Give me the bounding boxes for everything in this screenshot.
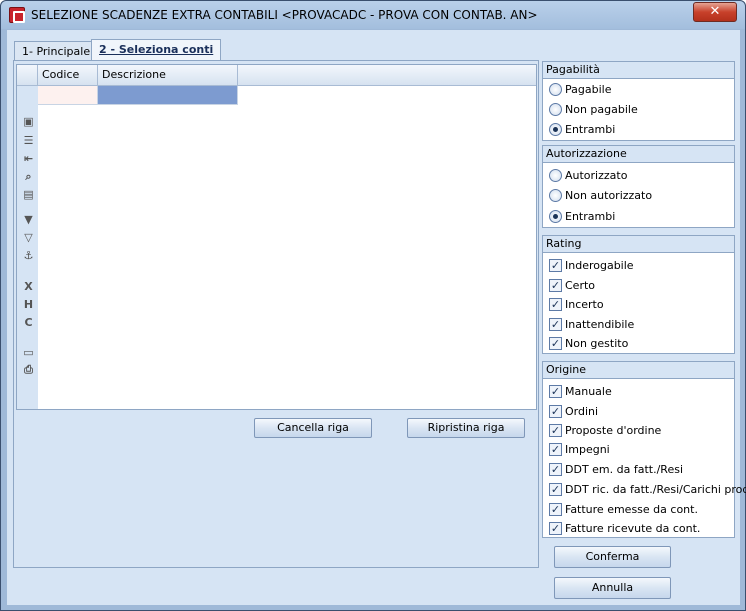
tab-seleziona-conti[interactable]: 2 - Seleziona conti: [91, 39, 222, 61]
radio-button-icon[interactable]: [549, 189, 562, 202]
checkbox-checked-icon[interactable]: ✓: [549, 385, 562, 398]
list-icon[interactable]: ☰: [22, 134, 35, 147]
dialog-window: SELEZIONE SCADENZE EXTRA CONTABILI <PROV…: [0, 0, 746, 611]
dialog-body: 1- Principale 2 - Seleziona conti ▣ ☰ ⇤ …: [7, 30, 746, 605]
window-title: SELEZIONE SCADENZE EXTRA CONTABILI <PROV…: [31, 8, 538, 22]
radio-button-selected-icon[interactable]: [549, 123, 562, 136]
filter-icon[interactable]: ▼: [22, 213, 35, 226]
pagabilita-title: Pagabilità: [543, 62, 734, 79]
checkbox-checked-icon[interactable]: ✓: [549, 298, 562, 311]
autorizzazione-title: Autorizzazione: [543, 146, 734, 163]
title-bar[interactable]: SELEZIONE SCADENZE EXTRA CONTABILI <PROV…: [1, 1, 745, 29]
annulla-button[interactable]: Annulla: [554, 577, 671, 599]
search-icon[interactable]: ⌕: [22, 170, 35, 183]
rating-title: Rating: [543, 236, 734, 253]
rating-group: Rating ✓ Inderogabile ✓ Certo ✓ Incerto ✓ In…: [542, 235, 735, 354]
grid-toggle-icon[interactable]: ▣: [22, 115, 35, 128]
export-html-icon[interactable]: H: [22, 298, 35, 311]
radio-button-icon[interactable]: [549, 83, 562, 96]
export-excel-icon[interactable]: X: [22, 280, 35, 293]
grid-corner: [17, 65, 38, 86]
checkbox-checked-icon[interactable]: ✓: [549, 424, 562, 437]
checkbox-checked-icon[interactable]: ✓: [549, 318, 562, 331]
accounts-grid[interactable]: ▣ ☰ ⇤ ⌕ ▤ ▼ ▽ ⚓ X H C ▭ ⎙ Codice Descriz…: [16, 64, 537, 410]
checkbox-checked-icon[interactable]: ✓: [549, 483, 562, 496]
new-row-descrizione-cell[interactable]: [98, 86, 238, 105]
pagabilita-group: Pagabilità Pagabile Non pagabile Entramb…: [542, 61, 735, 141]
import-icon[interactable]: ⇤: [22, 152, 35, 165]
checkbox-checked-icon[interactable]: ✓: [549, 522, 562, 535]
keyboard-icon[interactable]: ▤: [22, 188, 35, 201]
checkbox-checked-icon[interactable]: ✓: [549, 279, 562, 292]
checkbox-checked-icon[interactable]: ✓: [549, 443, 562, 456]
anchor-icon[interactable]: ⚓: [22, 249, 35, 262]
new-row-codice-cell[interactable]: [38, 86, 98, 105]
monitor-icon[interactable]: ▭: [22, 346, 35, 359]
column-header-codice[interactable]: Codice: [38, 65, 98, 86]
tab-principale[interactable]: 1- Principale: [14, 41, 99, 61]
radio-button-icon[interactable]: [549, 169, 562, 182]
export-csv-icon[interactable]: C: [22, 316, 35, 329]
checkbox-checked-icon[interactable]: ✓: [549, 405, 562, 418]
grid-toolbar: ▣ ☰ ⇤ ⌕ ▤ ▼ ▽ ⚓ X H C ▭ ⎙: [17, 65, 38, 409]
origine-group: Origine ✓ Manuale ✓ Ordini ✓ Proposte d'ord…: [542, 361, 746, 538]
radio-button-selected-icon[interactable]: [549, 210, 562, 223]
cancella-riga-button[interactable]: Cancella riga: [254, 418, 372, 438]
checkbox-checked-icon[interactable]: ✓: [549, 503, 562, 516]
radio-button-icon[interactable]: [549, 103, 562, 116]
close-button[interactable]: ✕: [693, 2, 737, 22]
tab-panel-seleziona-conti: ▣ ☰ ⇤ ⌕ ▤ ▼ ▽ ⚓ X H C ▭ ⎙ Codice Descriz…: [13, 60, 539, 568]
checkbox-checked-icon[interactable]: ✓: [549, 337, 562, 350]
autorizzazione-group: Autorizzazione Autorizzato Non autorizza…: [542, 145, 735, 228]
checkbox-checked-icon[interactable]: ✓: [549, 259, 562, 272]
origine-title: Origine: [543, 362, 734, 379]
app-icon: [9, 7, 25, 23]
column-header-descrizione[interactable]: Descrizione: [98, 65, 238, 86]
ripristina-riga-button[interactable]: Ripristina riga: [407, 418, 525, 438]
print-icon[interactable]: ⎙: [22, 363, 35, 376]
checkbox-checked-icon[interactable]: ✓: [549, 463, 562, 476]
grid-header: Codice Descrizione: [17, 65, 536, 86]
conferma-button[interactable]: Conferma: [554, 546, 671, 568]
filter-clear-icon[interactable]: ▽: [22, 231, 35, 244]
